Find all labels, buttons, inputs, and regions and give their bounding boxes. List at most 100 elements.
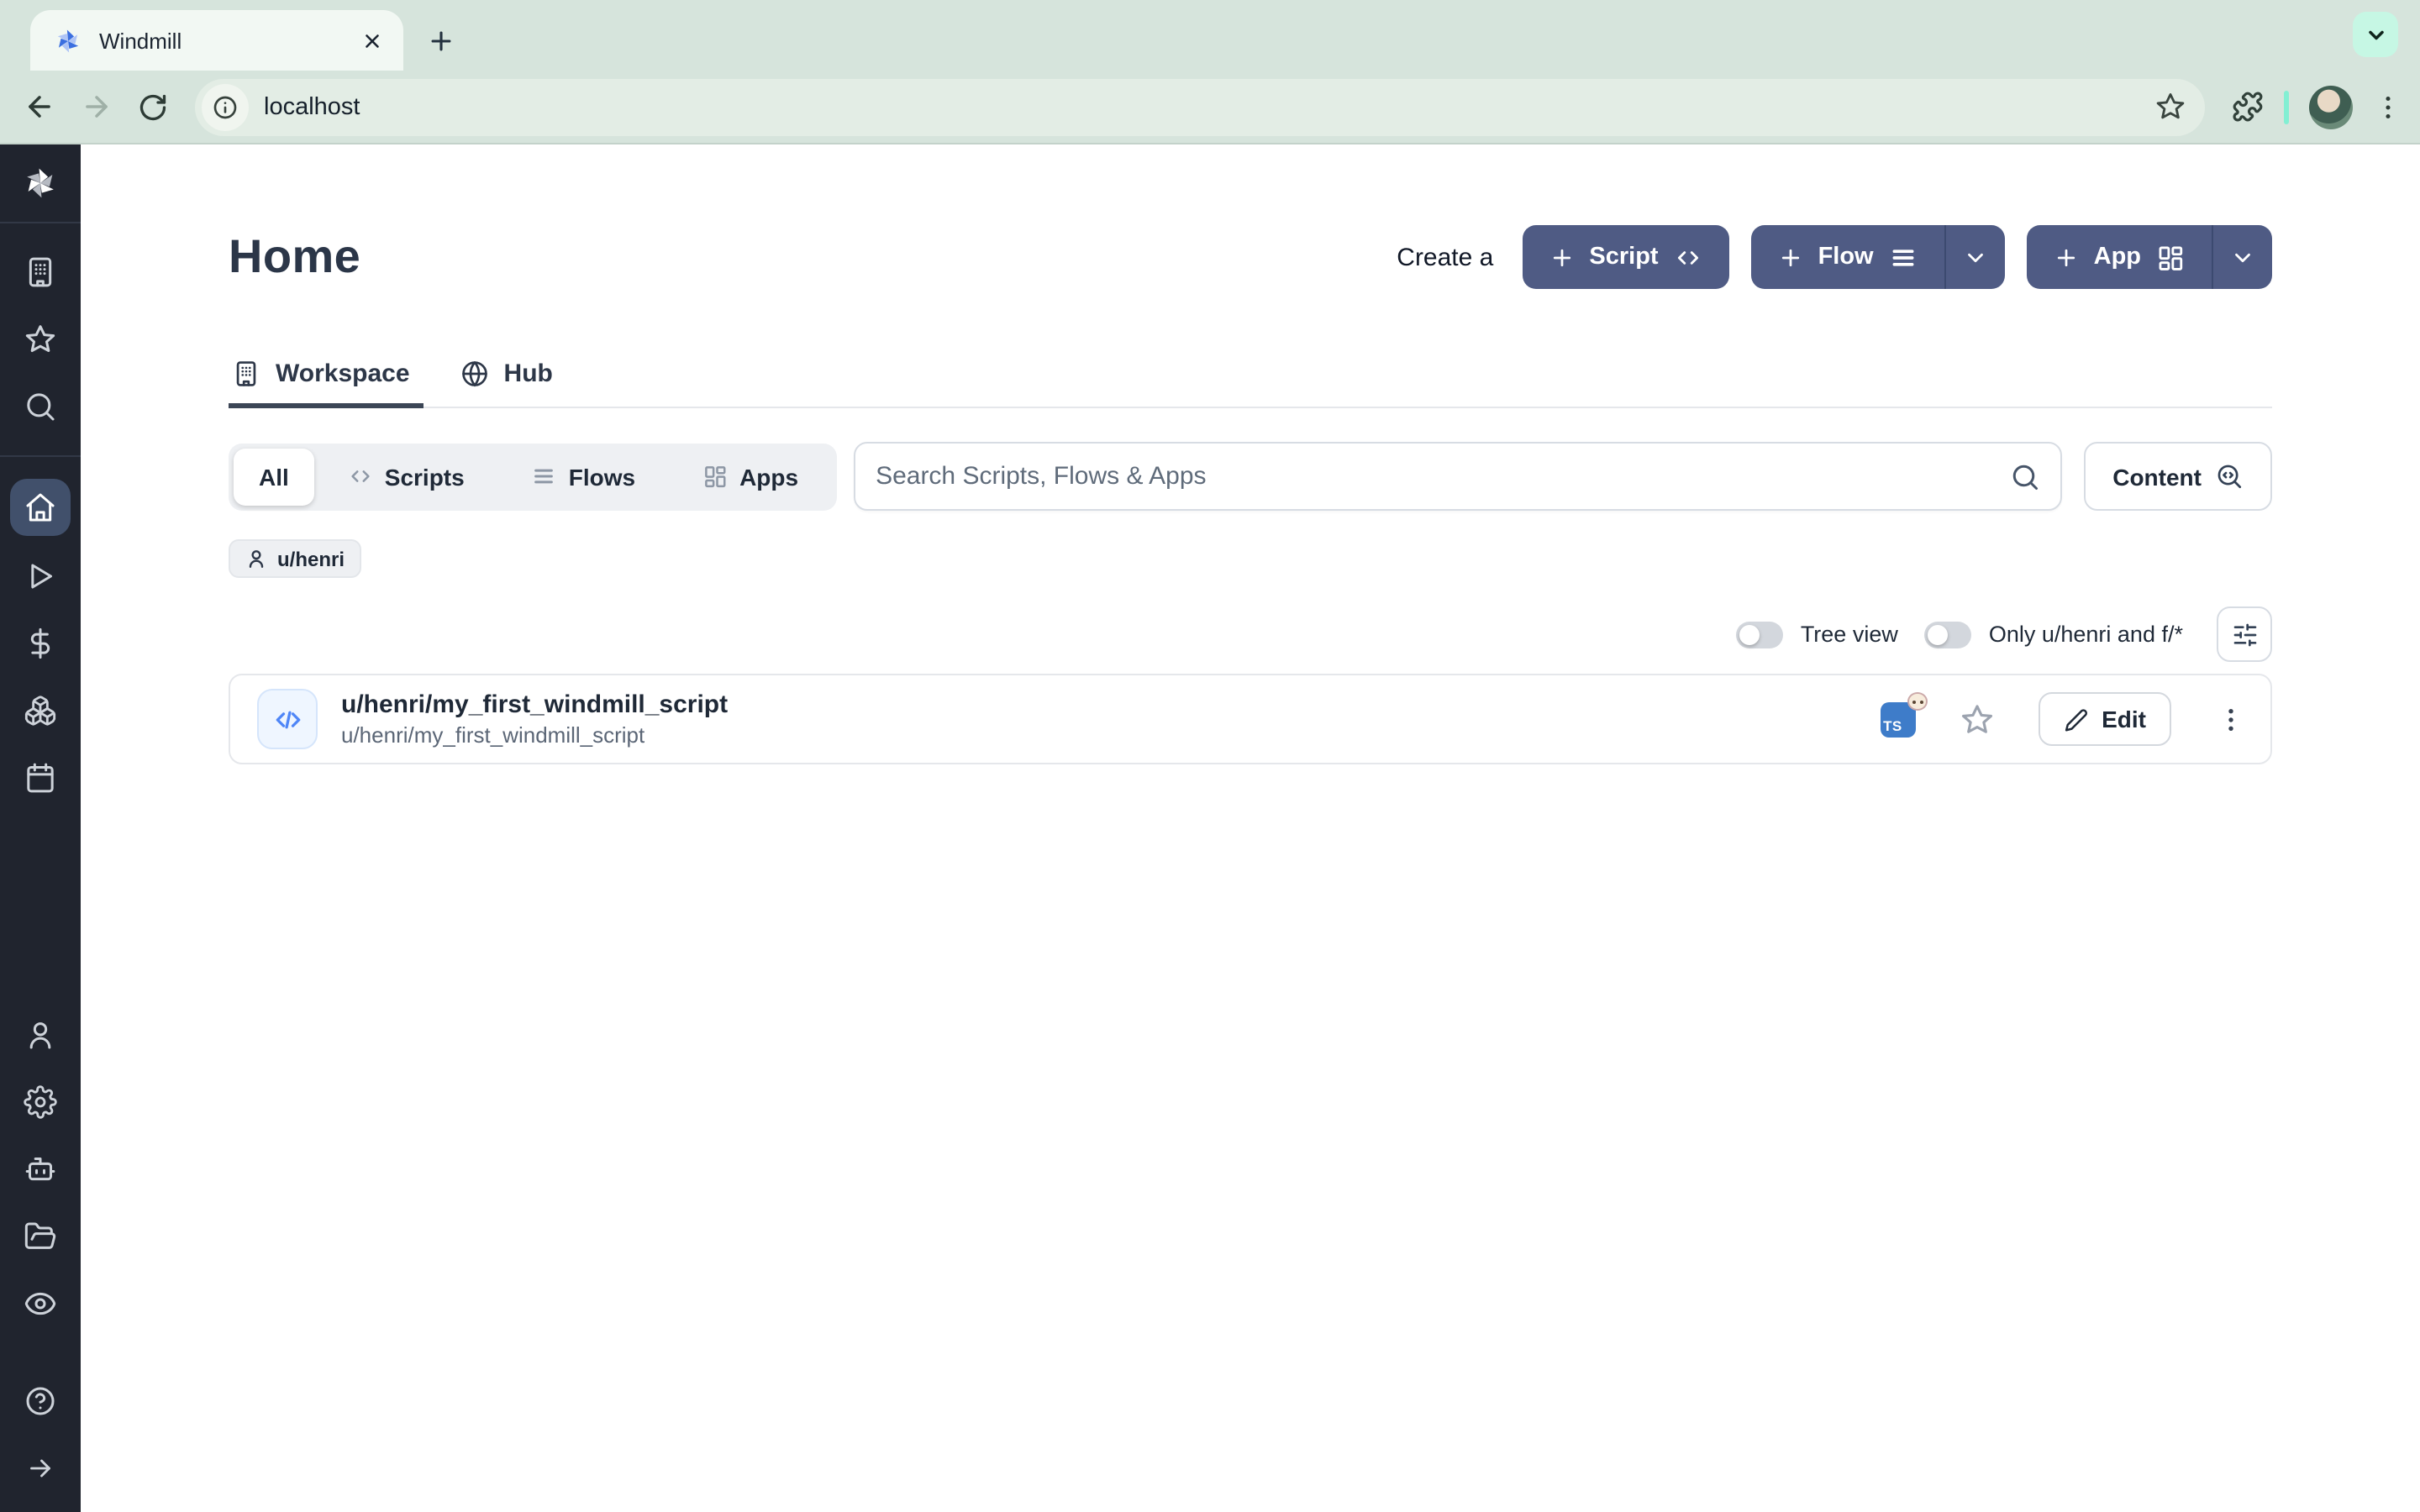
- browser-menu-icon[interactable]: [2373, 92, 2403, 122]
- code-icon: [348, 464, 373, 489]
- windmill-logo-icon[interactable]: [0, 144, 81, 222]
- create-script-label: Script: [1589, 244, 1658, 270]
- site-info-icon[interactable]: [202, 83, 249, 130]
- person-icon: [245, 548, 267, 570]
- sidebar-item-workers[interactable]: [10, 1137, 71, 1201]
- item-actions: TS Edit: [1880, 692, 2247, 746]
- windmill-app: Home Create a Script Flow: [0, 144, 2420, 1512]
- sidebar-item-runs[interactable]: [10, 544, 71, 608]
- address-bar[interactable]: localhost: [195, 78, 2205, 135]
- filter-all-label: All: [259, 463, 289, 490]
- pencil-icon: [2063, 706, 2088, 732]
- eye-icon: [24, 1287, 57, 1320]
- screen: Windmill: [0, 0, 2420, 1512]
- sidebar-item-search[interactable]: [10, 375, 71, 438]
- sidebar-item-variables[interactable]: [10, 612, 71, 675]
- item-title[interactable]: u/henri/my_first_windmill_script: [341, 690, 728, 719]
- sidebar-item-favorites[interactable]: [10, 307, 71, 371]
- favorite-star-icon[interactable]: [1959, 701, 1994, 737]
- item-path: u/henri/my_first_windmill_script: [341, 722, 728, 748]
- browser-tab-windmill[interactable]: Windmill: [30, 10, 403, 71]
- edit-button-label: Edit: [2102, 706, 2146, 732]
- user-icon: [24, 1018, 57, 1052]
- filter-scripts-label: Scripts: [385, 463, 465, 490]
- sidebar-item-workspace[interactable]: [10, 240, 71, 304]
- tab-close-icon[interactable]: [356, 25, 387, 55]
- item-texts: u/henri/my_first_windmill_script u/henri…: [341, 690, 728, 748]
- sidebar-item-settings[interactable]: [10, 1070, 71, 1134]
- typescript-badge: TS: [1880, 701, 1915, 737]
- filter-apps-label: Apps: [739, 463, 798, 490]
- sidebar-item-users[interactable]: [10, 1003, 71, 1067]
- sidebar-item-audit-logs[interactable]: [10, 1272, 71, 1336]
- home-icon: [24, 491, 57, 524]
- star-icon: [24, 323, 57, 356]
- bun-icon: [1907, 691, 1927, 710]
- dollar-icon: [24, 627, 57, 660]
- create-script-button[interactable]: Script: [1522, 225, 1728, 289]
- toolbar-right: [2222, 85, 2403, 129]
- toolbar-divider: [2284, 90, 2289, 123]
- tab-search-chevron-button[interactable]: [2353, 12, 2398, 57]
- extensions-icon[interactable]: [2232, 91, 2264, 123]
- page-title: Home: [229, 230, 360, 284]
- url-text[interactable]: localhost: [264, 93, 2151, 120]
- content-search-button[interactable]: Content: [2084, 442, 2272, 511]
- plus-icon: [1778, 244, 1803, 270]
- edit-button[interactable]: Edit: [2038, 692, 2171, 746]
- sidebar-item-resources[interactable]: [10, 679, 71, 743]
- profile-avatar[interactable]: [2309, 85, 2353, 129]
- script-code-icon: [257, 689, 318, 749]
- help-circle-icon: [24, 1384, 57, 1418]
- filter-apps[interactable]: Apps: [669, 448, 832, 505]
- tab-workspace-label: Workspace: [276, 360, 410, 388]
- new-tab-button[interactable]: [417, 17, 464, 64]
- tab-title: Windmill: [99, 28, 356, 53]
- tree-view-label: Tree view: [1801, 622, 1898, 647]
- filter-scripts[interactable]: Scripts: [314, 448, 498, 505]
- forward-button[interactable]: [71, 81, 121, 132]
- tree-view-toggle[interactable]: [1737, 621, 1784, 648]
- gear-icon: [24, 1085, 57, 1119]
- tab-workspace[interactable]: Workspace: [229, 343, 424, 407]
- bookmark-star-icon[interactable]: [2151, 88, 2188, 125]
- create-app-label: App: [2094, 244, 2141, 270]
- filter-flows[interactable]: Flows: [498, 448, 669, 505]
- flow-menu-icon: [532, 464, 557, 489]
- script-list-item[interactable]: u/henri/my_first_windmill_script u/henri…: [229, 674, 2272, 764]
- tab-hub[interactable]: Hub: [457, 343, 566, 407]
- main-content: Home Create a Script Flow: [81, 144, 2420, 1512]
- create-app-button[interactable]: App: [2027, 225, 2272, 289]
- create-flow-button[interactable]: Flow: [1751, 225, 2005, 289]
- back-button[interactable]: [13, 81, 64, 132]
- sidebar-item-folders[interactable]: [10, 1205, 71, 1268]
- folder-icon: [24, 1220, 57, 1253]
- sidebar-item-home[interactable]: [10, 479, 71, 536]
- globe-icon: [460, 360, 489, 388]
- chevron-down-icon: [1963, 244, 1988, 270]
- create-app-dropdown[interactable]: [2212, 225, 2272, 289]
- robot-icon: [24, 1152, 57, 1186]
- owner-badge[interactable]: u/henri: [229, 539, 361, 578]
- boxes-icon: [24, 694, 57, 727]
- item-menu-icon[interactable]: [2215, 703, 2247, 735]
- flow-menu-icon: [1889, 243, 1918, 271]
- windmill-favicon-icon: [54, 26, 82, 55]
- browser-toolbar: localhost: [0, 71, 2420, 144]
- view-settings-button[interactable]: [2217, 606, 2272, 662]
- search-input[interactable]: [876, 462, 2010, 491]
- only-owner-toggle[interactable]: [1925, 621, 1972, 648]
- create-flow-dropdown[interactable]: [1944, 225, 2005, 289]
- sidebar-item-schedules[interactable]: [10, 746, 71, 810]
- layout-grid-icon: [2156, 243, 2185, 271]
- sidebar-item-expand[interactable]: [10, 1436, 71, 1500]
- reload-button[interactable]: [128, 81, 178, 132]
- filter-all[interactable]: All: [234, 448, 314, 505]
- sidebar-item-help[interactable]: [10, 1369, 71, 1433]
- arrow-right-icon: [25, 1453, 55, 1483]
- sidebar-group-bottom: [0, 986, 81, 1352]
- typescript-badge-label: TS: [1880, 717, 1902, 737]
- search-icon: [24, 390, 57, 423]
- create-prefix-label: Create a: [1397, 243, 1493, 271]
- play-icon: [24, 559, 57, 593]
